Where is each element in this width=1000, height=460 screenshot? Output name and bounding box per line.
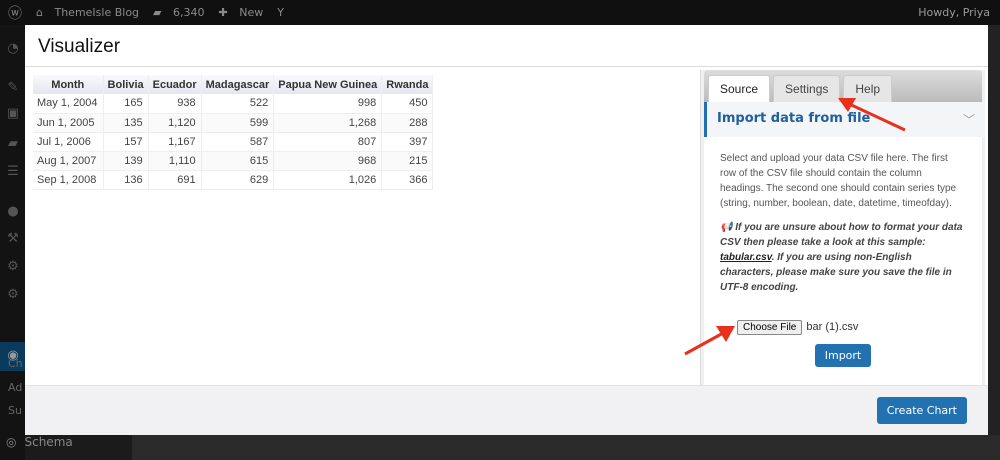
tab-settings[interactable]: Settings	[773, 75, 841, 102]
comments-count: 6,340	[173, 6, 205, 19]
users-icon[interactable]: ●	[6, 205, 20, 219]
table-row: Sep 1, 2008 136 691 629 1,026 366	[33, 170, 434, 190]
sidebar-item-schema[interactable]: ◎ Schema	[6, 435, 73, 449]
table-row: Aug 1, 2007 139 1,110 615 968 215	[33, 151, 434, 171]
table-cell: 136	[103, 170, 149, 190]
settings-icon[interactable]: ⚙	[6, 260, 20, 274]
tab-help[interactable]: Help	[843, 75, 893, 102]
table-cell: 288	[381, 113, 434, 133]
note-text: 📢 If you are unsure about how to format …	[720, 220, 966, 295]
table-cell: 1,167	[148, 132, 202, 152]
scrollbar[interactable]	[988, 25, 1000, 435]
submenu-item[interactable]: Ad	[8, 381, 22, 394]
visualizer-modal: Visualizer Month Bolivia Ecuador Madagascar…	[25, 25, 990, 435]
table-cell: 1,268	[273, 113, 383, 133]
background-content	[132, 435, 1000, 460]
table-cell: 139	[103, 151, 149, 171]
submenu-item[interactable]: Ch	[8, 357, 23, 370]
table-cell: Aug 1, 2007	[33, 151, 104, 171]
table-cell: 1,110	[148, 151, 202, 171]
megaphone-icon: 📢	[720, 222, 733, 233]
new-link[interactable]: ✚ New	[219, 6, 264, 19]
wordpress-logo-icon[interactable]: ⓦ	[8, 3, 22, 23]
table-cell: 1,120	[148, 113, 202, 133]
file-name: bar (1).csv	[806, 321, 859, 333]
file-input: Choose File bar (1).csv	[720, 320, 966, 335]
side-panel: Source Settings Help Import data from fi…	[700, 70, 985, 385]
dashboard-icon[interactable]: ◔	[6, 42, 20, 56]
media-icon[interactable]: ▣	[6, 107, 20, 121]
admin-sidebar: ◔ ✎ ▣ ▰ ☰ ● ⚒ ⚙ ⚙ ◉ Ch Ad Su	[0, 25, 25, 460]
table-cell: 397	[381, 132, 434, 152]
comments-link[interactable]: ▰ 6,340	[153, 6, 204, 19]
comments-icon[interactable]: ▰	[6, 137, 20, 151]
table-cell: 938	[148, 94, 202, 114]
create-chart-button[interactable]: Create Chart	[876, 397, 967, 424]
import-section-header[interactable]: Import data from file ﹀	[704, 102, 985, 137]
schema-label: Schema	[24, 435, 73, 449]
description-text: Select and upload your data CSV file her…	[720, 153, 957, 209]
submenu-item[interactable]: Su	[8, 404, 22, 417]
column-header[interactable]: Papua New Guinea	[273, 75, 383, 94]
section-title: Import data from file	[717, 111, 871, 126]
howdy-user[interactable]: Howdy, Priya	[918, 6, 990, 19]
import-section-body: Select and upload your data CSV file her…	[704, 137, 982, 385]
table-cell: Sep 1, 2008	[33, 170, 104, 190]
column-header[interactable]: Bolivia	[103, 75, 149, 94]
table-row: Jul 1, 2006 157 1,167 587 807 397	[33, 132, 434, 152]
table-cell: May 1, 2004	[33, 94, 104, 114]
site-name: ThemeIsle Blog	[54, 6, 140, 19]
column-header[interactable]: Rwanda	[381, 75, 434, 94]
tab-source[interactable]: Source	[708, 75, 771, 102]
table-cell: 450	[381, 94, 434, 114]
panel-tabs: Source Settings Help	[704, 70, 982, 102]
pages-icon[interactable]: ☰	[6, 165, 20, 179]
choose-file-button[interactable]: Choose File	[737, 320, 803, 335]
table-cell: 366	[381, 170, 434, 190]
tools-icon[interactable]: ⚒	[6, 232, 20, 246]
yoast-icon[interactable]: Y	[277, 6, 284, 19]
modal-footer: Create Chart	[25, 385, 990, 435]
column-header[interactable]: Month	[33, 75, 104, 94]
import-button[interactable]: Import	[814, 344, 872, 367]
data-table: Month Bolivia Ecuador Madagascar Papua New G…	[33, 75, 434, 190]
table-cell: Jul 1, 2006	[33, 132, 104, 152]
table-cell: 165	[103, 94, 149, 114]
table-cell: 968	[273, 151, 383, 171]
table-cell: 691	[148, 170, 202, 190]
column-header[interactable]: Madagascar	[201, 75, 275, 94]
table-cell: 157	[103, 132, 149, 152]
compass-icon: ◎	[6, 435, 17, 449]
table-cell: 1,026	[273, 170, 383, 190]
modal-title: Visualizer	[38, 36, 121, 57]
table-row: Jun 1, 2005 135 1,120 599 1,268 288	[33, 113, 434, 133]
table-cell: 629	[201, 170, 275, 190]
settings2-icon[interactable]: ⚙	[6, 288, 20, 302]
note-before: If you are unsure about how to format yo…	[720, 222, 963, 248]
sample-link[interactable]: tabular.csv	[720, 252, 772, 263]
table-cell: 135	[103, 113, 149, 133]
new-label: New	[239, 6, 264, 19]
table-cell: 998	[273, 94, 383, 114]
table-cell: 587	[201, 132, 275, 152]
table-cell: Jun 1, 2005	[33, 113, 104, 133]
table-cell: 807	[273, 132, 383, 152]
table-row: May 1, 2004 165 938 522 998 450	[33, 94, 434, 114]
pin-icon[interactable]: ✎	[6, 81, 20, 95]
table-cell: 599	[201, 113, 275, 133]
table-cell: 522	[201, 94, 275, 114]
column-header[interactable]: Ecuador	[148, 75, 202, 94]
table-cell: 615	[201, 151, 275, 171]
chevron-down-icon[interactable]: ﹀	[963, 111, 975, 128]
site-link[interactable]: ⌂ ThemeIsle Blog	[36, 6, 139, 19]
table-cell: 215	[381, 151, 434, 171]
modal-header: Visualizer	[25, 25, 990, 67]
admin-bar: ⓦ ⌂ ThemeIsle Blog ▰ 6,340 ✚ New Y Howdy…	[0, 0, 1000, 25]
